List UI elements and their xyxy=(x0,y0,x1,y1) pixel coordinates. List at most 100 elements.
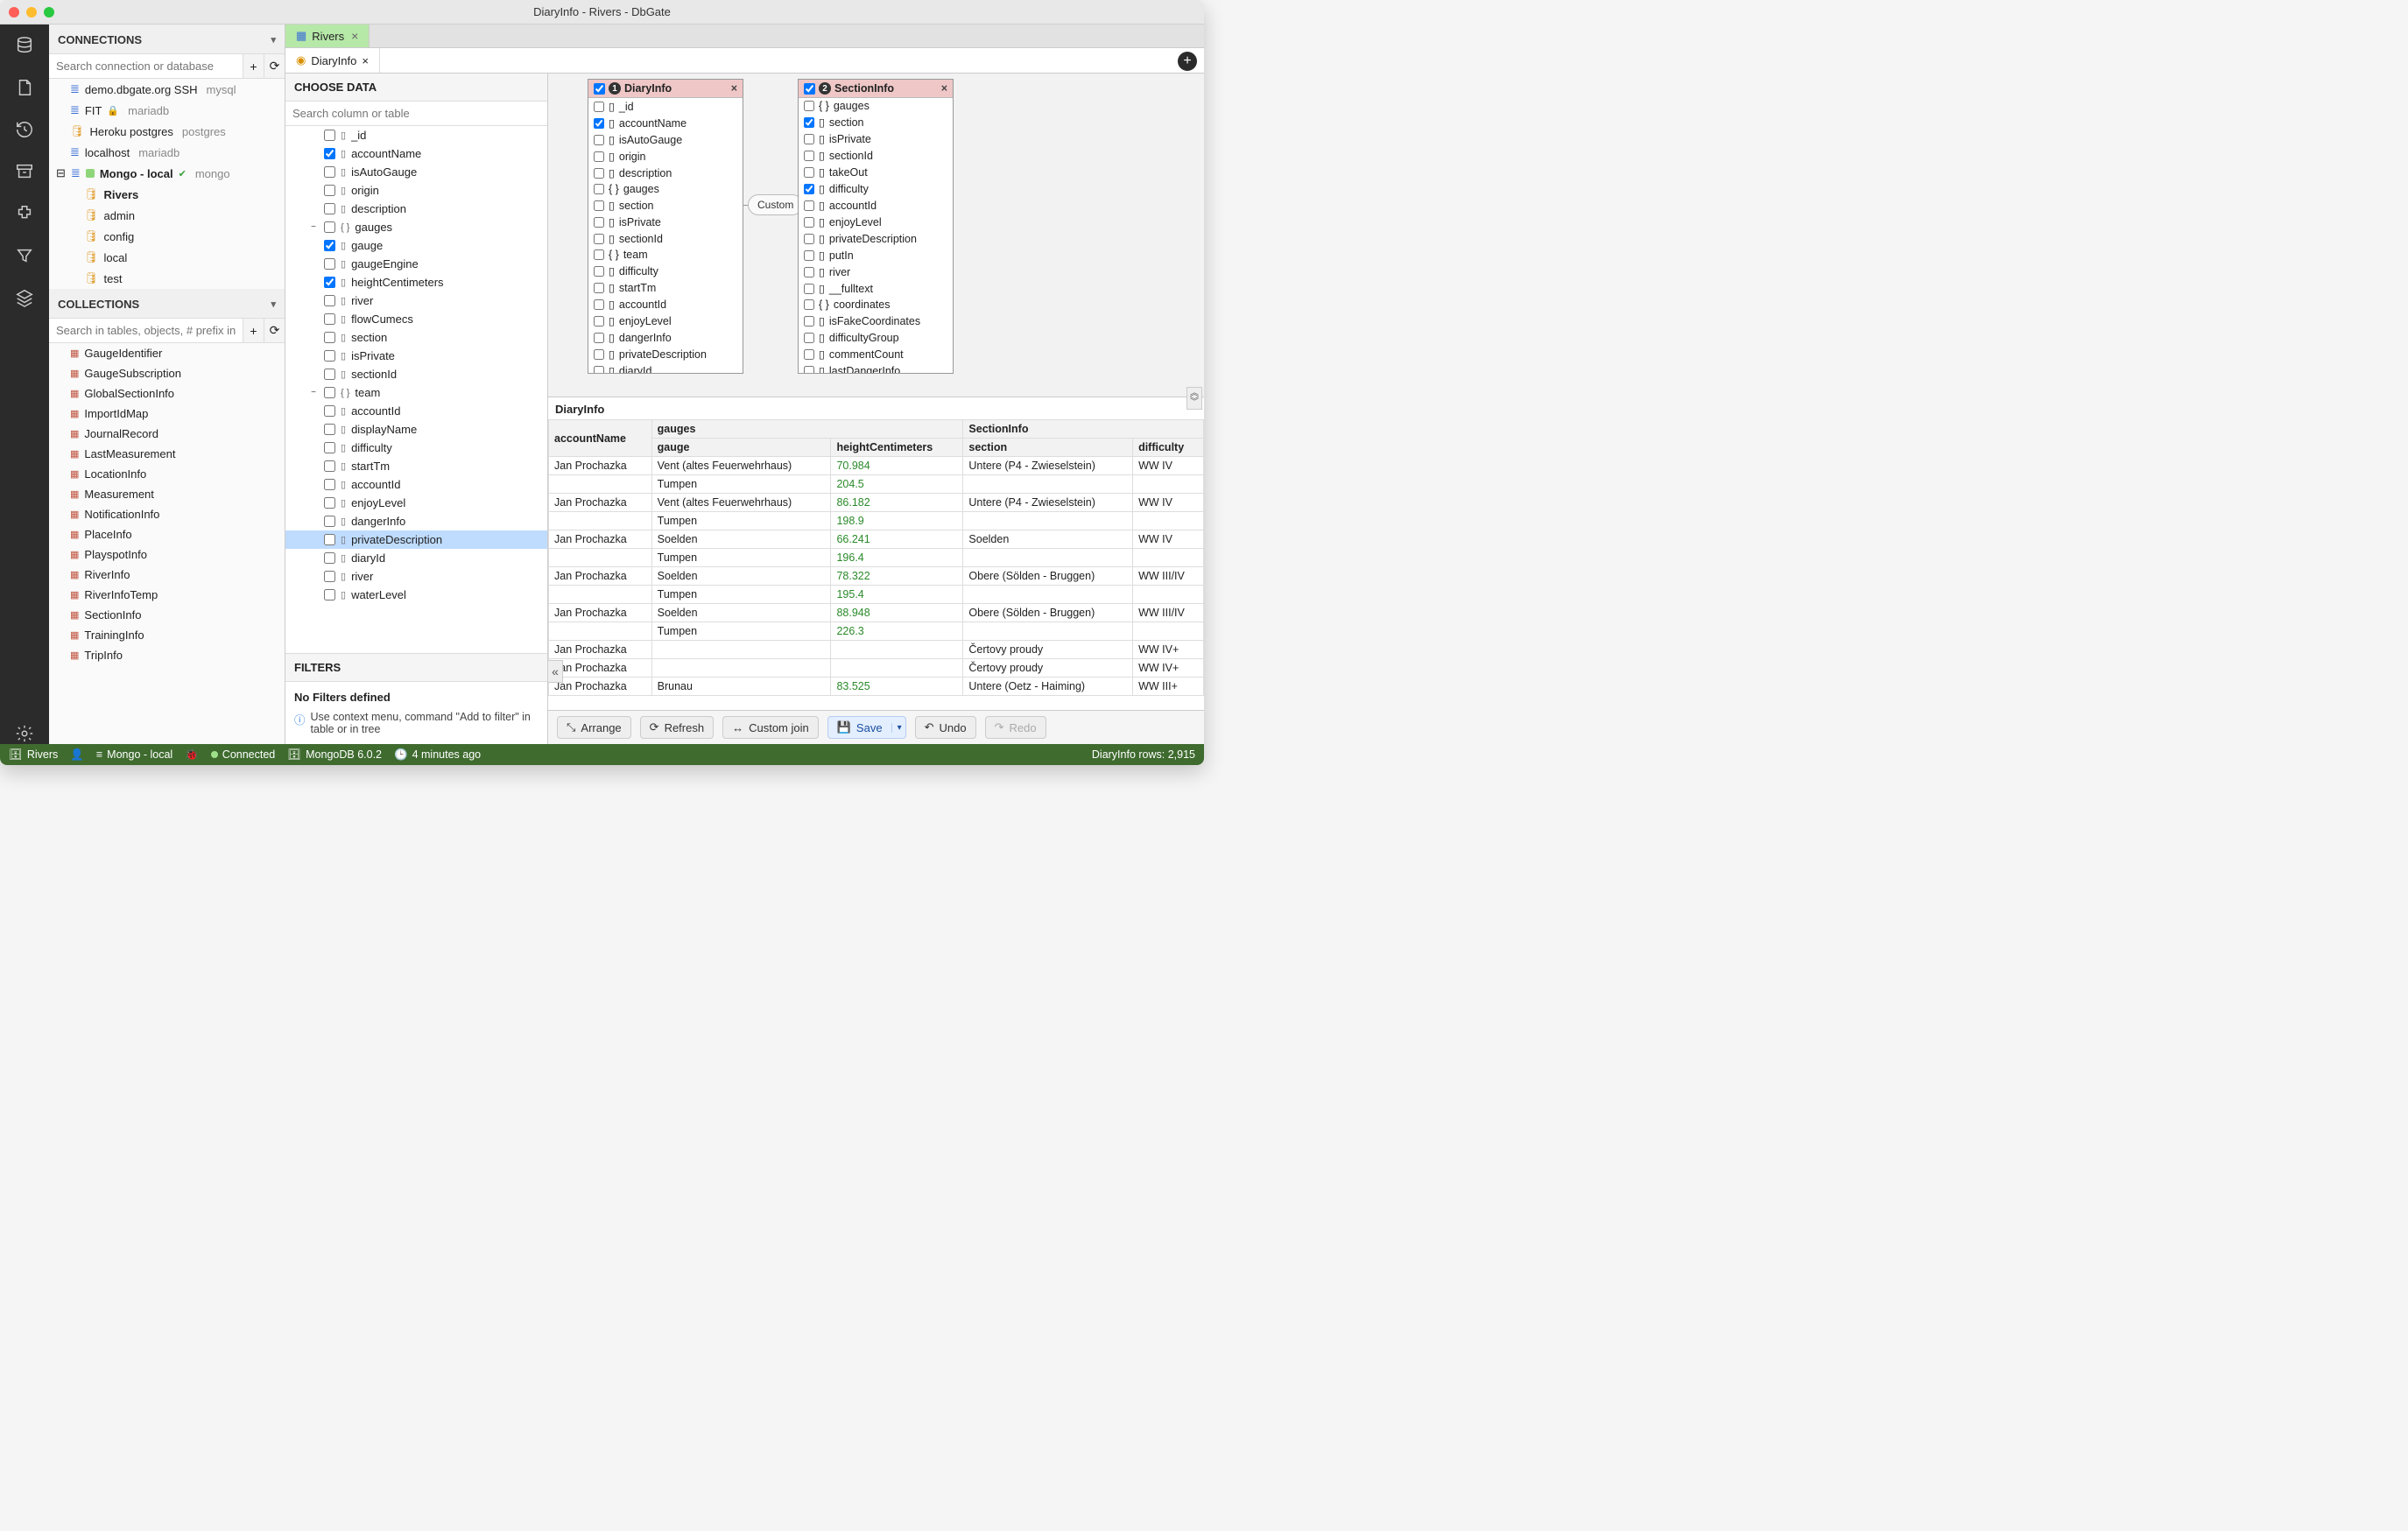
diagram-field[interactable]: ▯enjoyLevel xyxy=(588,313,743,329)
collection-item[interactable]: ▦RiverInfoTemp xyxy=(49,585,285,605)
table-row[interactable]: Jan ProchazkaBrunau83.525Untere (Oetz - … xyxy=(549,678,1204,696)
column-row[interactable]: ▯accountId xyxy=(285,475,547,494)
field-checkbox[interactable] xyxy=(804,217,814,228)
collection-item[interactable]: ▦GaugeIdentifier xyxy=(49,343,285,363)
column-row[interactable]: ▯origin xyxy=(285,181,547,200)
column-row[interactable]: ▯accountId xyxy=(285,402,547,420)
diagram-field[interactable]: ▯accountId xyxy=(588,296,743,313)
diagram-field[interactable]: ▯diaryId xyxy=(588,362,743,373)
join-label[interactable]: Custom xyxy=(748,194,803,215)
column-checkbox[interactable] xyxy=(324,424,335,435)
column-checkbox[interactable] xyxy=(324,332,335,343)
diagram-field[interactable]: ▯privateDescription xyxy=(588,346,743,362)
expand-toggle[interactable]: − xyxy=(308,388,319,397)
column-row[interactable]: ▯isAutoGauge xyxy=(285,163,547,181)
collection-item[interactable]: ▦SectionInfo xyxy=(49,605,285,625)
column-header[interactable]: gauges xyxy=(651,420,963,439)
column-row[interactable]: ▯diaryId xyxy=(285,549,547,567)
table-row[interactable]: Tumpen196.4 xyxy=(549,549,1204,567)
diagram-field[interactable]: ▯commentCount xyxy=(799,346,953,362)
collection-item[interactable]: ▦JournalRecord xyxy=(49,424,285,444)
add-collection-button[interactable]: + xyxy=(243,319,264,342)
diagram-field[interactable]: ▯section xyxy=(588,197,743,214)
expand-toggle[interactable]: − xyxy=(308,222,319,232)
window-minimize-button[interactable] xyxy=(26,7,37,18)
column-header[interactable]: SectionInfo xyxy=(963,420,1204,439)
column-checkbox[interactable] xyxy=(324,497,335,509)
column-row[interactable]: ▯description xyxy=(285,200,547,218)
diagram-canvas[interactable]: Custom 1 DiaryInfo×▯_id▯accountName▯isAu… xyxy=(548,74,1204,397)
column-row[interactable]: ▯heightCentimeters xyxy=(285,273,547,291)
collection-item[interactable]: ▦TrainingInfo xyxy=(49,625,285,645)
diagram-field[interactable]: ▯lastDangerInfo xyxy=(799,362,953,373)
column-subheader[interactable]: gauge xyxy=(651,439,831,457)
field-checkbox[interactable] xyxy=(804,267,814,277)
collection-item[interactable]: ▦NotificationInfo xyxy=(49,504,285,524)
close-icon[interactable]: × xyxy=(941,82,947,95)
column-checkbox[interactable] xyxy=(324,148,335,159)
status-user[interactable]: 👤 xyxy=(70,748,84,762)
collection-item[interactable]: ▦PlaceInfo xyxy=(49,524,285,544)
column-row[interactable]: ▯privateDescription xyxy=(285,530,547,549)
file-icon[interactable] xyxy=(14,77,35,98)
diagram-field[interactable]: { }team xyxy=(588,247,743,263)
diagram-field[interactable]: { }gauges xyxy=(799,98,953,114)
table-checkbox[interactable] xyxy=(594,83,605,95)
field-checkbox[interactable] xyxy=(804,366,814,374)
diagram-field[interactable]: ▯isAutoGauge xyxy=(588,131,743,148)
column-checkbox[interactable] xyxy=(324,258,335,270)
history-icon[interactable] xyxy=(14,119,35,140)
column-row[interactable]: ▯waterLevel xyxy=(285,586,547,604)
close-icon[interactable]: × xyxy=(351,29,358,43)
column-checkbox[interactable] xyxy=(324,185,335,196)
field-checkbox[interactable] xyxy=(804,134,814,144)
collection-item[interactable]: ▦LocationInfo xyxy=(49,464,285,484)
status-bug[interactable]: 🐞 xyxy=(185,748,199,762)
field-checkbox[interactable] xyxy=(804,101,814,111)
field-checkbox[interactable] xyxy=(804,167,814,178)
column-row[interactable]: ▯sectionId xyxy=(285,365,547,383)
new-tab-button[interactable]: + xyxy=(1178,52,1197,71)
field-checkbox[interactable] xyxy=(594,316,604,327)
column-row[interactable]: ▯startTm xyxy=(285,457,547,475)
column-subheader[interactable]: heightCentimeters xyxy=(831,439,963,457)
close-icon[interactable]: × xyxy=(731,82,737,95)
column-checkbox[interactable] xyxy=(324,313,335,325)
table-row[interactable]: Jan ProchazkaSoelden78.322Obere (Sölden … xyxy=(549,567,1204,586)
collection-item[interactable]: ▦PlayspotInfo xyxy=(49,544,285,565)
field-checkbox[interactable] xyxy=(594,168,604,179)
connection-item[interactable]: ≣FIT🔒mariadb xyxy=(49,100,285,121)
horizontal-collapse-toggle[interactable]: « xyxy=(547,660,563,683)
settings-icon[interactable] xyxy=(14,723,35,744)
connection-item[interactable]: 🛢Heroku postgrespostgres xyxy=(49,121,285,142)
diagram-field[interactable]: ▯difficulty xyxy=(588,263,743,279)
field-checkbox[interactable] xyxy=(594,118,604,129)
table-row[interactable]: Jan ProchazkaVent (altes Feuerwehrhaus)7… xyxy=(549,457,1204,475)
collection-item[interactable]: ▦GaugeSubscription xyxy=(49,363,285,383)
field-checkbox[interactable] xyxy=(594,266,604,277)
column-checkbox[interactable] xyxy=(324,571,335,582)
table-row[interactable]: Tumpen195.4 xyxy=(549,586,1204,604)
column-row[interactable]: ▯dangerInfo xyxy=(285,512,547,530)
layers-icon[interactable] xyxy=(14,287,35,308)
window-close-button[interactable] xyxy=(9,7,19,18)
table-row[interactable]: Tumpen198.9 xyxy=(549,512,1204,530)
database-item[interactable]: 🛢test xyxy=(49,268,285,289)
tab-rivers[interactable]: ▦ Rivers × xyxy=(285,25,370,47)
column-checkbox[interactable] xyxy=(324,295,335,306)
column-row[interactable]: −{ }gauges xyxy=(285,218,547,236)
diagram-field[interactable]: ▯accountName xyxy=(588,115,743,131)
column-checkbox[interactable] xyxy=(324,516,335,527)
arrange-button[interactable]: ⤡Arrange xyxy=(557,716,631,739)
refresh-button[interactable]: ⟳Refresh xyxy=(640,716,714,739)
column-checkbox[interactable] xyxy=(324,460,335,472)
field-checkbox[interactable] xyxy=(594,249,604,260)
save-button[interactable]: 💾Save▾ xyxy=(827,716,906,739)
collection-item[interactable]: ▦Measurement xyxy=(49,484,285,504)
column-row[interactable]: ▯enjoyLevel xyxy=(285,494,547,512)
field-checkbox[interactable] xyxy=(594,283,604,293)
column-checkbox[interactable] xyxy=(324,479,335,490)
database-item[interactable]: 🛢local xyxy=(49,247,285,268)
table-row[interactable]: Jan ProchazkaSoelden66.241SoeldenWW IV xyxy=(549,530,1204,549)
diagram-field[interactable]: { }gauges xyxy=(588,181,743,197)
